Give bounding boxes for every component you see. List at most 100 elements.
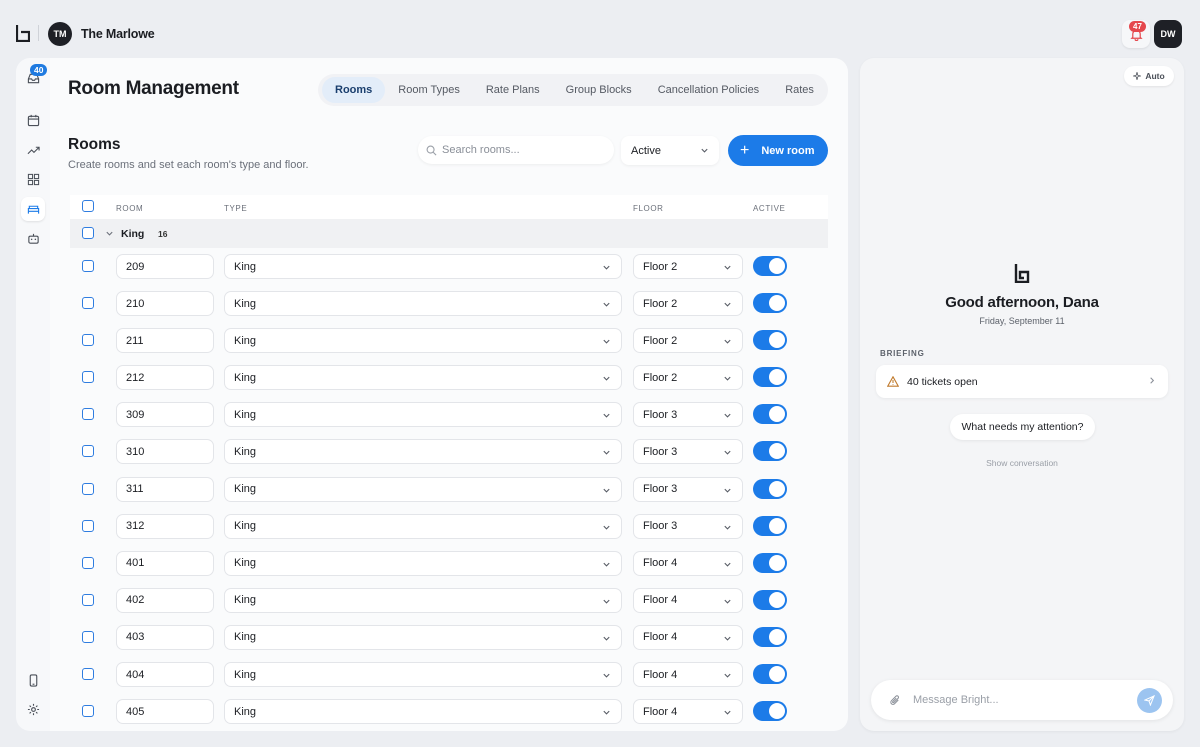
auto-mode-button[interactable]: Auto	[1124, 66, 1174, 86]
room-type-select[interactable]: King	[224, 513, 622, 539]
room-type-select[interactable]: King	[224, 587, 622, 613]
column-room[interactable]: ROOM	[116, 204, 143, 213]
active-toggle[interactable]	[753, 256, 787, 276]
room-number-field[interactable]: 211	[116, 328, 214, 354]
row-checkbox[interactable]	[82, 297, 94, 310]
floor-select[interactable]: Floor 2	[633, 291, 743, 317]
floor-select[interactable]: Floor 3	[633, 402, 743, 428]
room-type-select[interactable]: King	[224, 402, 622, 428]
hotel-name[interactable]: The Marlowe	[81, 27, 155, 41]
room-number-field[interactable]: 403	[116, 624, 214, 650]
rail-rooms[interactable]	[21, 197, 45, 221]
tab-cancellation-policies[interactable]: Cancellation Policies	[645, 77, 773, 103]
row-checkbox[interactable]	[82, 705, 94, 718]
active-toggle[interactable]	[753, 404, 787, 425]
active-toggle[interactable]	[753, 330, 787, 351]
active-toggle[interactable]	[753, 515, 787, 536]
rail-calendar[interactable]	[21, 108, 45, 132]
search-input[interactable]	[442, 144, 602, 156]
row-checkbox[interactable]	[82, 482, 94, 495]
floor-select[interactable]: Floor 4	[633, 662, 743, 688]
floor-select[interactable]: Floor 4	[633, 699, 743, 725]
room-type-select[interactable]: King	[224, 662, 622, 688]
hotel-avatar[interactable]: TM	[48, 22, 72, 46]
group-checkbox[interactable]	[82, 227, 94, 239]
active-toggle[interactable]	[753, 701, 787, 722]
tab-rates[interactable]: Rates	[772, 77, 827, 103]
new-room-button[interactable]: + New room	[728, 135, 828, 166]
row-checkbox[interactable]	[82, 630, 94, 643]
room-number-field[interactable]: 311	[116, 476, 214, 502]
status-filter-select[interactable]: Active	[621, 136, 719, 165]
row-checkbox[interactable]	[82, 334, 94, 347]
row-checkbox[interactable]	[82, 408, 94, 421]
message-input[interactable]	[913, 694, 1113, 706]
active-toggle[interactable]	[753, 367, 787, 388]
row-checkbox[interactable]	[82, 260, 94, 272]
active-toggle[interactable]	[753, 293, 787, 314]
room-number-field[interactable]: 401	[116, 550, 214, 576]
room-number-field[interactable]: 212	[116, 365, 214, 391]
app-logo-icon[interactable]	[16, 24, 30, 42]
row-checkbox[interactable]	[82, 445, 94, 458]
tab-rate-plans[interactable]: Rate Plans	[473, 77, 553, 103]
rail-dashboard[interactable]	[21, 167, 45, 191]
room-type-select[interactable]: King	[224, 365, 622, 391]
active-toggle[interactable]	[753, 441, 787, 462]
tab-group-blocks[interactable]: Group Blocks	[553, 77, 645, 103]
active-toggle[interactable]	[753, 664, 787, 685]
show-conversation-link[interactable]: Show conversation	[860, 458, 1184, 468]
column-type[interactable]: TYPE	[224, 204, 247, 213]
room-number-field[interactable]: 312	[116, 513, 214, 539]
floor-select[interactable]: Floor 2	[633, 254, 743, 279]
row-checkbox[interactable]	[82, 593, 94, 606]
floor-select[interactable]: Floor 4	[633, 550, 743, 576]
room-type-select[interactable]: King	[224, 699, 622, 725]
room-type-select[interactable]: King	[224, 439, 622, 465]
select-all-checkbox[interactable]	[82, 200, 94, 212]
floor-select[interactable]: Floor 3	[633, 439, 743, 465]
rail-mobile[interactable]	[21, 668, 45, 692]
floor-select[interactable]: Floor 2	[633, 328, 743, 354]
room-number-field[interactable]: 309	[116, 402, 214, 428]
briefing-item[interactable]: 40 tickets open	[876, 365, 1168, 398]
room-type-select[interactable]: King	[224, 476, 622, 502]
suggestion-chip[interactable]: What needs my attention?	[950, 414, 1095, 440]
floor-select[interactable]: Floor 3	[633, 476, 743, 502]
room-number-field[interactable]: 209	[116, 254, 214, 279]
active-toggle[interactable]	[753, 552, 787, 573]
paperclip-icon[interactable]	[889, 694, 901, 707]
room-type-select[interactable]: King	[224, 328, 622, 354]
room-number-field[interactable]: 310	[116, 439, 214, 465]
row-checkbox[interactable]	[82, 371, 94, 384]
rail-settings[interactable]	[21, 697, 45, 721]
floor-select[interactable]: Floor 4	[633, 624, 743, 650]
row-checkbox[interactable]	[82, 519, 94, 532]
active-toggle[interactable]	[753, 589, 787, 610]
room-number-field[interactable]: 210	[116, 291, 214, 317]
floor-select[interactable]: Floor 3	[633, 513, 743, 539]
room-number-field[interactable]: 404	[116, 662, 214, 688]
row-checkbox[interactable]	[82, 668, 94, 681]
room-number-field[interactable]: 405	[116, 699, 214, 725]
room-type-select[interactable]: King	[224, 624, 622, 650]
column-floor[interactable]: FLOOR	[633, 204, 664, 213]
rail-assistant[interactable]	[21, 226, 45, 250]
room-number-field[interactable]: 402	[116, 587, 214, 613]
active-toggle[interactable]	[753, 626, 787, 647]
room-type-select[interactable]: King	[224, 550, 622, 576]
room-type-select[interactable]: King	[224, 254, 622, 279]
rail-analytics[interactable]	[21, 138, 45, 162]
tab-room-types[interactable]: Room Types	[385, 77, 473, 103]
active-toggle[interactable]	[753, 478, 787, 499]
chevron-down-icon[interactable]	[105, 229, 114, 238]
group-row-king[interactable]: King 16	[70, 219, 828, 248]
tab-rooms[interactable]: Rooms	[322, 77, 386, 103]
room-type-select[interactable]: King	[224, 291, 622, 317]
user-avatar[interactable]: DW	[1154, 20, 1182, 48]
search-box[interactable]	[418, 136, 614, 164]
column-active[interactable]: ACTIVE	[753, 204, 786, 213]
row-checkbox[interactable]	[82, 556, 94, 569]
floor-select[interactable]: Floor 4	[633, 587, 743, 613]
floor-select[interactable]: Floor 2	[633, 365, 743, 391]
